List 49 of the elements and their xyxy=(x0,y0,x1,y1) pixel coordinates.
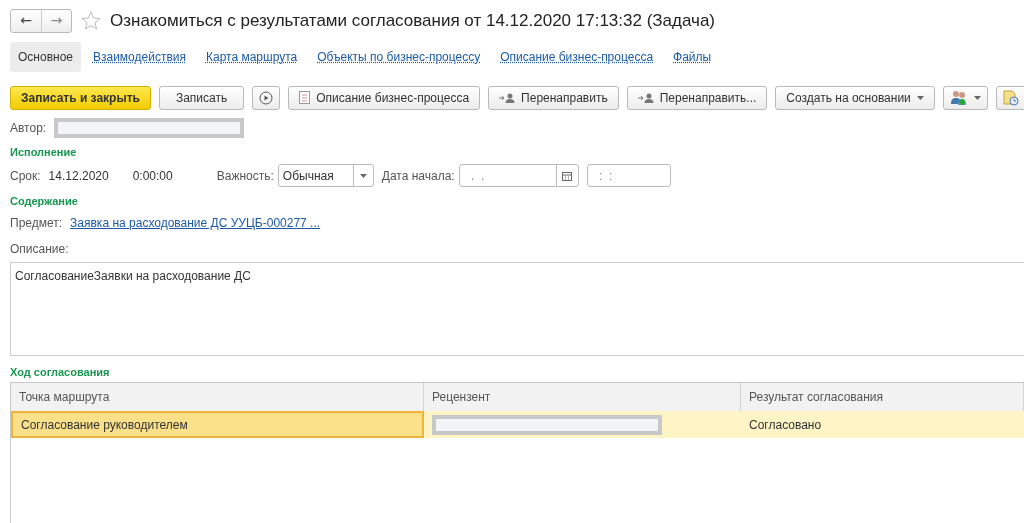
report-menu-button[interactable] xyxy=(995,85,1024,110)
redirect-icon xyxy=(637,92,654,103)
importance-dropdown[interactable]: Обычная xyxy=(277,164,374,187)
star-icon[interactable] xyxy=(80,9,102,32)
section-heading: Содержание xyxy=(10,194,79,209)
column-header: Результат согласования xyxy=(741,383,1024,411)
calendar-icon xyxy=(562,170,573,181)
window-title: Ознакомиться с результатами согласования от 14.12.2020 17:13:32 (Задача) xyxy=(110,10,716,32)
subject-link[interactable]: Заявка на расходование ДС УУЦБ-000277 ... xyxy=(70,213,321,232)
field-label: Описание: xyxy=(10,240,70,258)
description-field[interactable]: СогласованиеЗаявки на расходование ДС xyxy=(10,261,1024,356)
tab[interactable]: Основное xyxy=(10,41,81,72)
column-header: Рецензент xyxy=(424,383,741,411)
redirect-icon xyxy=(499,92,516,103)
tab[interactable]: Взаимодействия xyxy=(85,41,194,72)
tab[interactable]: Файлы xyxy=(665,41,720,72)
save-button[interactable]: Записать xyxy=(158,85,245,110)
start-date-field[interactable]: . . xyxy=(458,164,579,187)
due-time: 0:00:00 xyxy=(132,167,173,185)
tab[interactable]: Объекты по бизнес-процессу xyxy=(309,41,489,72)
users-icon xyxy=(949,89,968,106)
caret-icon xyxy=(916,95,924,100)
table-cell[interactable]: Согласовано xyxy=(741,411,1024,438)
field-label: Важность: xyxy=(216,167,274,185)
save-and-close-button[interactable]: Записать и закрыть xyxy=(10,85,151,110)
field-label: Предмет: xyxy=(10,214,63,232)
process-description-button[interactable]: Описание бизнес-процесса xyxy=(288,85,481,110)
field-label: Автор: xyxy=(10,119,47,137)
document-icon xyxy=(299,91,311,104)
redirect-button[interactable]: Перенаправить xyxy=(488,85,619,110)
table-cell[interactable]: Согласование руководителем xyxy=(11,411,424,438)
redirect-button[interactable]: Перенаправить... xyxy=(626,85,768,110)
users-menu-button[interactable] xyxy=(942,85,988,110)
caret-icon xyxy=(359,173,367,178)
section-heading: Исполнение xyxy=(10,144,78,160)
tab[interactable]: Описание бизнес-процесса xyxy=(492,41,662,72)
caret-icon xyxy=(973,95,981,100)
section-heading: Ход согласования xyxy=(10,364,111,380)
back-button[interactable]: ← xyxy=(11,9,41,32)
start-button[interactable] xyxy=(252,85,281,110)
field-label: Срок: xyxy=(10,167,41,185)
due-date: 14.12.2020 xyxy=(48,167,109,185)
play-icon xyxy=(259,90,274,105)
create-based-on-button[interactable]: Создать на основании xyxy=(775,85,935,110)
report-icon xyxy=(1002,89,1019,106)
column-header: Точка маршрута xyxy=(11,383,424,411)
start-time-field[interactable]: : : xyxy=(586,164,671,187)
field-label: Дата начала: xyxy=(381,167,455,185)
tab[interactable]: Карта маршрута xyxy=(198,41,306,72)
